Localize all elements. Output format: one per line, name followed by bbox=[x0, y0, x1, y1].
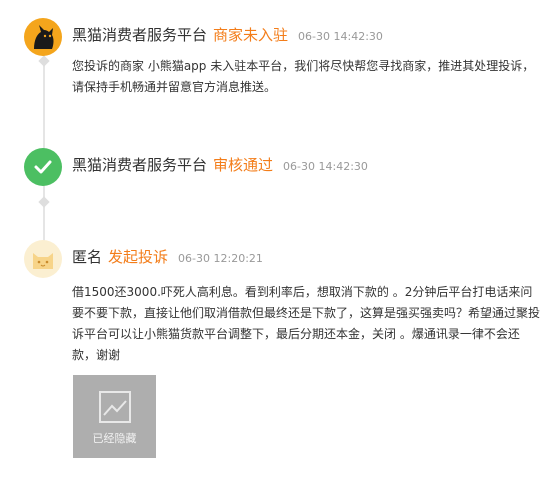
event-status: 发起投诉 bbox=[108, 248, 169, 266]
event-message: 您投诉的商家 小熊猫app 未入驻本平台，我们将尽快帮您寻找商家，推进其处理投诉… bbox=[72, 59, 535, 94]
event-author: 匿名 bbox=[72, 248, 103, 266]
event-time: 06-30 14:42:30 bbox=[298, 30, 383, 43]
event-header: 匿名 发起投诉 06-30 12:20:21 bbox=[72, 246, 263, 267]
event-header: 黑猫消费者服务平台 审核通过 06-30 14:42:30 bbox=[72, 154, 368, 175]
event-author: 黑猫消费者服务平台 bbox=[72, 156, 208, 174]
hidden-attachment[interactable]: 已经隐藏 bbox=[73, 375, 156, 458]
event-status: 商家未入驻 bbox=[213, 26, 289, 44]
event-header: 黑猫消费者服务平台 商家未入驻 06-30 14:42:30 bbox=[72, 24, 383, 45]
timeline-event-merchant-not-registered: 黑猫消费者服务平台 商家未入驻 06-30 14:42:30 您投诉的商家 小熊… bbox=[24, 18, 540, 108]
image-placeholder-icon bbox=[98, 391, 131, 423]
hidden-attachment-label: 已经隐藏 bbox=[92, 432, 137, 445]
anonymous-cat-icon bbox=[24, 240, 62, 278]
check-icon bbox=[24, 148, 62, 186]
timeline-event-review-approved: 黑猫消费者服务平台 审核通过 06-30 14:42:30 bbox=[24, 148, 540, 188]
complaint-text: 借1500还3000.吓死人高利息。看到利率后，想取消下款的 。2分钟后平台打电… bbox=[72, 285, 541, 362]
event-time: 06-30 12:20:21 bbox=[178, 252, 263, 265]
timeline-diamond bbox=[38, 196, 50, 208]
black-cat-logo-icon bbox=[24, 18, 62, 56]
event-author: 黑猫消费者服务平台 bbox=[72, 26, 208, 44]
event-time: 06-30 14:42:30 bbox=[283, 160, 368, 173]
event-status: 审核通过 bbox=[213, 156, 274, 174]
